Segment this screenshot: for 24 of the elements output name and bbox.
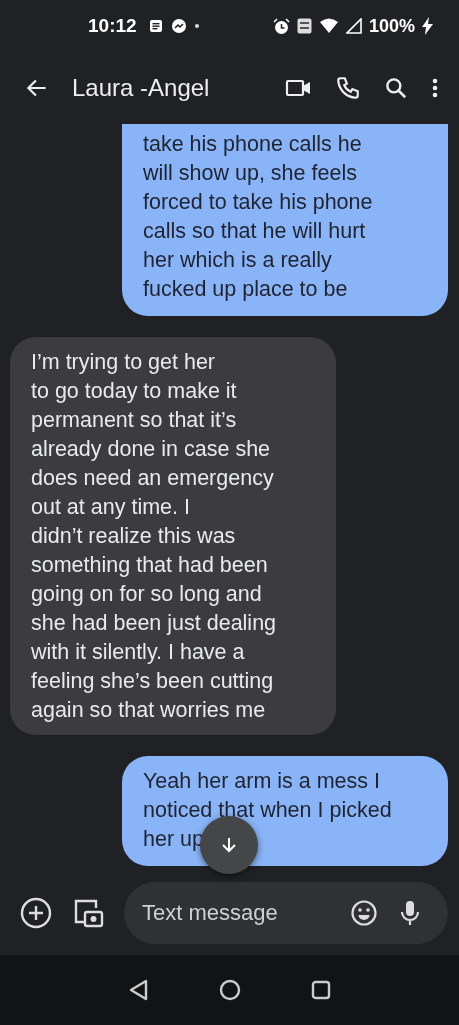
down-arrow-icon bbox=[220, 836, 238, 854]
recents-icon[interactable] bbox=[310, 980, 331, 1000]
phone-icon[interactable] bbox=[335, 75, 361, 101]
wifi-icon bbox=[318, 18, 339, 34]
message-bubble: I’m trying to get her to go today to make it permanent so that it’s already done in case she does need an emergency out at any time. I didn’t realize this was something that had been going on for so long and she had been just dealing with it silently. I have a feeling she’s been cutting again so that worries me bbox=[10, 337, 336, 735]
add-icon[interactable] bbox=[20, 897, 52, 929]
emoji-icon[interactable] bbox=[350, 899, 378, 927]
message-input-field[interactable]: Text message bbox=[142, 900, 328, 926]
more-options-icon[interactable] bbox=[431, 76, 439, 100]
charging-bolt-icon bbox=[422, 17, 433, 35]
notification-icon bbox=[147, 18, 164, 34]
back-icon[interactable] bbox=[128, 979, 149, 1001]
dot-icon bbox=[193, 23, 200, 29]
microphone-icon[interactable] bbox=[400, 899, 420, 927]
signal-icon bbox=[345, 18, 362, 34]
message-bubble: take his phone calls he will show up, she feels forced to take his phone calls so that he will hurt her which is a really fucked up place to be bbox=[122, 124, 448, 316]
contact-name: Laura -Angel bbox=[72, 74, 211, 102]
clock-time: 10:12 bbox=[88, 15, 137, 37]
search-icon[interactable] bbox=[383, 75, 409, 101]
alarm-icon bbox=[272, 17, 290, 35]
chat-bubble-icon bbox=[170, 18, 187, 34]
home-icon[interactable] bbox=[218, 979, 241, 1001]
gallery-camera-icon[interactable] bbox=[72, 897, 104, 929]
battery-percent: 100% bbox=[368, 15, 415, 37]
